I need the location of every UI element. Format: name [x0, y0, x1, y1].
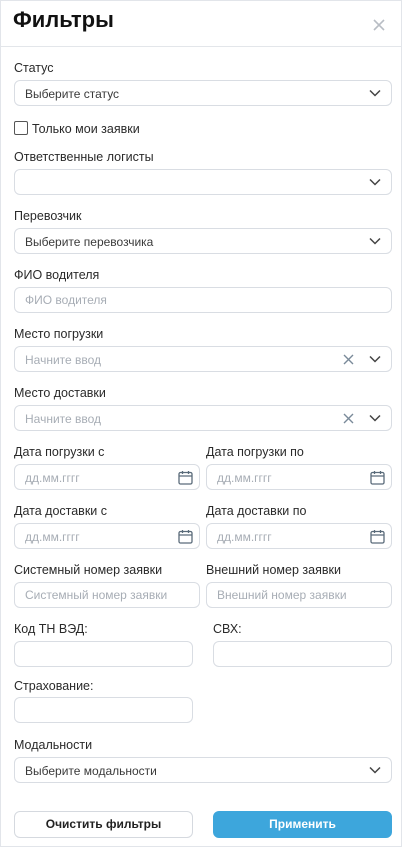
delivery-date-to-field[interactable]: дд.мм.гггг — [206, 523, 392, 549]
chevron-down-icon — [369, 178, 381, 186]
svh-field[interactable] — [213, 641, 392, 667]
loading-date-from-placeholder: дд.мм.гггг — [25, 471, 80, 485]
calendar-icon[interactable] — [178, 470, 193, 485]
status-select-value: Выберите статус — [25, 87, 120, 101]
carrier-select-value: Выберите перевозчика — [25, 235, 154, 249]
driver-field[interactable] — [14, 287, 392, 313]
logists-label: Ответственные логисты — [14, 150, 154, 164]
delivery-place-label: Место доставки — [14, 386, 106, 400]
external-number-label: Внешний номер заявки — [206, 563, 341, 577]
loading-place-field[interactable]: Начните ввод — [14, 346, 392, 372]
system-number-field[interactable] — [14, 582, 200, 608]
svh-label: СВХ: — [213, 622, 242, 636]
svh-input[interactable] — [214, 642, 391, 666]
carrier-label: Перевозчик — [14, 209, 82, 223]
insurance-field[interactable] — [14, 697, 193, 723]
driver-input[interactable] — [15, 288, 391, 312]
system-number-input[interactable] — [15, 583, 199, 607]
external-number-field[interactable] — [206, 582, 392, 608]
carrier-select[interactable]: Выберите перевозчика — [14, 228, 392, 254]
tn-ved-label: Код ТН ВЭД: — [14, 622, 88, 636]
chevron-down-icon — [369, 237, 381, 245]
status-label: Статус — [14, 61, 54, 75]
clear-icon[interactable] — [343, 413, 354, 424]
delivery-date-to-label: Дата доставки по — [206, 504, 307, 518]
tn-ved-input[interactable] — [15, 642, 192, 666]
chevron-down-icon — [369, 89, 381, 97]
delivery-date-from-label: Дата доставки с — [14, 504, 107, 518]
insurance-label: Страхование: — [14, 679, 94, 693]
loading-date-to-placeholder: дд.мм.гггг — [217, 471, 272, 485]
tn-ved-field[interactable] — [14, 641, 193, 667]
calendar-icon[interactable] — [178, 529, 193, 544]
modality-select-value: Выберите модальности — [25, 764, 157, 778]
clear-icon[interactable] — [343, 354, 354, 365]
clear-filters-button[interactable]: Очистить фильтры — [14, 811, 193, 838]
driver-label: ФИО водителя — [14, 268, 100, 282]
delivery-place-field[interactable]: Начните ввод — [14, 405, 392, 431]
close-icon[interactable] — [371, 17, 387, 33]
only-my-checkbox[interactable] — [14, 121, 28, 135]
loading-date-from-label: Дата погрузки с — [14, 445, 105, 459]
chevron-down-icon — [369, 766, 381, 774]
insurance-input[interactable] — [15, 698, 192, 722]
logists-select[interactable] — [14, 169, 392, 195]
status-select[interactable]: Выберите статус — [14, 80, 392, 106]
delivery-date-to-placeholder: дд.мм.гггг — [217, 530, 272, 544]
delivery-date-from-field[interactable]: дд.мм.гггг — [14, 523, 200, 549]
calendar-icon[interactable] — [370, 470, 385, 485]
apply-button[interactable]: Применить — [213, 811, 392, 838]
delivery-place-placeholder: Начните ввод — [25, 412, 102, 426]
panel-header: Фильтры — [1, 1, 401, 47]
modality-select[interactable]: Выберите модальности — [14, 757, 392, 783]
loading-date-from-field[interactable]: дд.мм.гггг — [14, 464, 200, 490]
loading-place-label: Место погрузки — [14, 327, 104, 341]
chevron-down-icon[interactable] — [369, 414, 381, 422]
system-number-label: Системный номер заявки — [14, 563, 163, 577]
external-number-input[interactable] — [207, 583, 391, 607]
loading-date-to-label: Дата погрузки по — [206, 445, 304, 459]
loading-date-to-field[interactable]: дд.мм.гггг — [206, 464, 392, 490]
calendar-icon[interactable] — [370, 529, 385, 544]
only-my-label[interactable]: Только мои заявки — [32, 122, 140, 136]
modality-label: Модальности — [14, 738, 93, 752]
delivery-date-from-placeholder: дд.мм.гггг — [25, 530, 80, 544]
filters-panel: Фильтры Статус Выберите статус Только мо… — [0, 0, 402, 847]
loading-place-placeholder: Начните ввод — [25, 353, 102, 367]
page-title: Фильтры — [13, 7, 114, 32]
chevron-down-icon[interactable] — [369, 355, 381, 363]
